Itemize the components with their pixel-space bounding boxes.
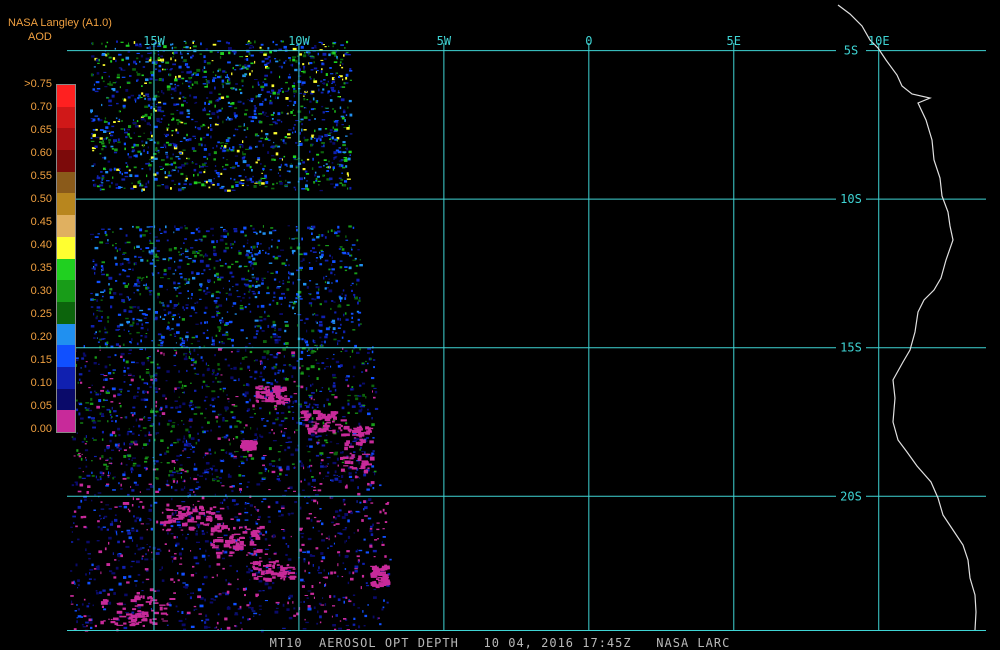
- legend-label: 0.10: [30, 377, 52, 389]
- footer-datetime: 10 04, 2016 17:45Z: [483, 636, 632, 650]
- legend-swatch: [57, 106, 75, 129]
- lon-tick-label: 5W: [437, 34, 452, 48]
- legend-label: 0.25: [30, 308, 52, 320]
- footer-parameter: AEROSOL OPT DEPTH: [319, 636, 459, 650]
- lat-tick-label: 5S: [844, 44, 858, 58]
- lon-tick-label: 15W: [143, 34, 165, 48]
- lat-tick-label: 20S: [840, 489, 862, 503]
- legend-swatch: [57, 236, 75, 259]
- legend-label: >0.75: [24, 78, 52, 90]
- legend-label: 0.60: [30, 147, 52, 159]
- legend-label: 0.45: [30, 216, 52, 228]
- legend-swatch: [57, 410, 75, 433]
- legend-label: 0.70: [30, 101, 52, 113]
- legend-swatch: [57, 128, 75, 151]
- color-scale-bar: [56, 84, 76, 433]
- footer-source: NASA LARC: [656, 636, 731, 650]
- legend-swatch: [57, 280, 75, 303]
- lon-tick-label: 0: [585, 34, 592, 48]
- bottom-axis-line: [67, 630, 986, 631]
- aerosol-field: [70, 40, 392, 633]
- legend-label: 0.15: [30, 354, 52, 366]
- lat-tick-label: 15S: [840, 341, 862, 355]
- legend-swatch: [57, 85, 75, 107]
- legend-label: 0.00: [30, 423, 52, 435]
- africa-coastline: [837, 4, 977, 631]
- aod-map: 15W 10W 5W 0 5E 10E 5S 10S 15S 20S: [67, 4, 986, 633]
- legend-swatch: [57, 345, 75, 368]
- legend-swatch: [57, 150, 75, 173]
- legend-label: 0.20: [30, 331, 52, 343]
- lon-tick-label: 10E: [868, 34, 890, 48]
- legend-swatch: [57, 366, 75, 389]
- legend-label: 0.40: [30, 239, 52, 251]
- legend-label: 0.50: [30, 193, 52, 205]
- footer-product: MT10: [269, 636, 303, 650]
- tick-labels: 15W 10W 5W 0 5E 10E 5S 10S 15S 20S: [143, 34, 889, 503]
- variable-label: AOD: [28, 31, 52, 43]
- lat-tick-label: 10S: [840, 192, 862, 206]
- lon-tick-label: 5E: [727, 34, 741, 48]
- legend-label: 0.55: [30, 170, 52, 182]
- legend-swatch: [57, 258, 75, 281]
- legend-label: 0.65: [30, 124, 52, 136]
- legend-swatch: [57, 301, 75, 324]
- producer-label: NASA Langley (A1.0): [8, 17, 112, 29]
- legend-label: 0.30: [30, 285, 52, 297]
- legend-swatch: [57, 388, 75, 411]
- footer-caption: MT10 AEROSOL OPT DEPTH 10 04, 2016 17:45…: [0, 636, 1000, 650]
- legend-label: 0.35: [30, 262, 52, 274]
- legend-swatch: [57, 215, 75, 238]
- legend-swatch: [57, 323, 75, 346]
- legend-label: 0.05: [30, 400, 52, 412]
- lat-lon-grid: [67, 43, 986, 630]
- legend-swatch: [57, 193, 75, 216]
- lon-tick-label: 10W: [288, 34, 310, 48]
- legend-swatch: [57, 171, 75, 194]
